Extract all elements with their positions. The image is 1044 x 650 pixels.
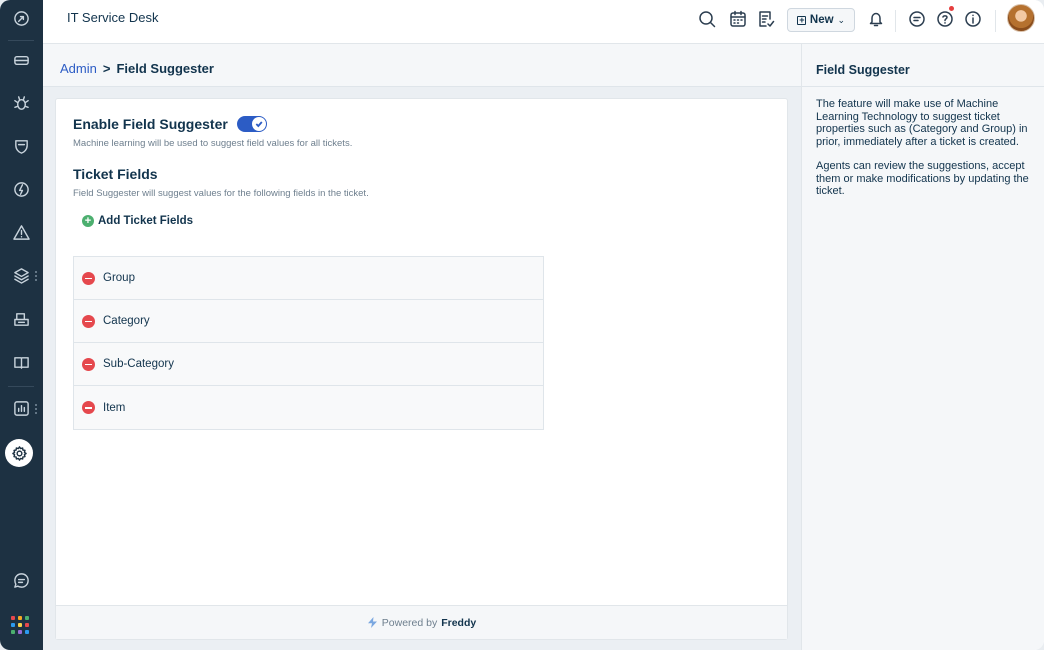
list-item: Category — [74, 300, 543, 343]
enable-toggle[interactable] — [236, 116, 267, 132]
breadcrumb-admin-link[interactable]: Admin — [60, 61, 97, 76]
sidebar-divider — [8, 386, 34, 387]
remove-field-icon[interactable] — [82, 271, 95, 285]
help-icon[interactable] — [933, 7, 957, 31]
assets-more-icon[interactable] — [35, 271, 38, 281]
field-label: Sub-Category — [103, 358, 174, 370]
app-window: IT Service Desk New ⌄ — [0, 0, 1044, 650]
changes-icon[interactable] — [7, 132, 36, 161]
notes-icon[interactable] — [754, 7, 778, 31]
chat-icon[interactable] — [905, 7, 929, 31]
breadcrumb-separator: > — [102, 61, 111, 76]
bell-icon[interactable] — [864, 7, 888, 31]
enable-row: Enable Field Suggester — [73, 116, 369, 132]
field-label: Category — [103, 315, 150, 327]
analytics-icon[interactable] — [7, 394, 36, 423]
new-button[interactable]: New ⌄ — [787, 8, 855, 32]
tickets-icon[interactable] — [7, 46, 36, 75]
info-icon[interactable] — [961, 7, 985, 31]
remove-field-icon[interactable] — [82, 314, 95, 328]
avatar[interactable] — [1007, 4, 1035, 32]
list-item: Item — [74, 386, 543, 429]
add-ticket-fields-button[interactable]: + Add Ticket Fields — [82, 215, 369, 227]
ticket-fields-list: Group Category Sub-Category Item — [73, 256, 544, 430]
add-ticket-fields-label: Add Ticket Fields — [98, 215, 194, 227]
solutions-icon[interactable] — [7, 348, 36, 377]
breadcrumb-current: Field Suggester — [116, 61, 214, 76]
help-paragraph: The feature will make use of Machine Lea… — [816, 98, 1028, 148]
sidebar — [0, 0, 43, 650]
notification-dot — [949, 6, 954, 11]
purchase-icon[interactable] — [7, 305, 36, 334]
top-header: IT Service Desk New ⌄ — [43, 0, 1044, 44]
powered-by-footer: Powered by Freddy — [56, 605, 787, 639]
plus-circle-icon: + — [82, 215, 94, 227]
breadcrumb: Admin > Field Suggester — [43, 44, 801, 87]
analytics-more-icon[interactable] — [35, 404, 38, 414]
chevron-down-icon: ⌄ — [837, 14, 846, 25]
problems-icon[interactable] — [7, 89, 36, 118]
help-paragraph: Agents can review the suggestions, accep… — [816, 160, 1029, 197]
enable-title: Enable Field Suggester — [73, 116, 228, 132]
header-divider — [995, 10, 996, 32]
settings-card-body: Enable Field Suggester Machine learning … — [73, 116, 369, 227]
remove-field-icon[interactable] — [82, 401, 95, 414]
sidebar-divider — [8, 40, 34, 41]
field-label: Item — [103, 401, 126, 414]
main-content: Admin > Field Suggester Enable Field Sugge… — [43, 44, 801, 650]
search-icon[interactable] — [695, 7, 719, 31]
chat-icon[interactable] — [7, 566, 36, 595]
app-title: IT Service Desk — [67, 10, 159, 25]
bolt-icon — [367, 617, 378, 628]
releases-icon[interactable] — [7, 175, 36, 204]
check-icon — [255, 121, 263, 128]
ticket-fields-hint: Field Suggester will suggest values for … — [73, 188, 369, 199]
admin-gear-icon[interactable] — [5, 439, 33, 467]
list-item: Sub-Category — [74, 343, 543, 386]
field-label: Group — [103, 272, 135, 284]
calendar-icon[interactable] — [726, 7, 750, 31]
settings-card: Enable Field Suggester Machine learning … — [55, 98, 788, 640]
help-panel: Field Suggester The feature will make us… — [801, 44, 1044, 650]
header-divider — [895, 10, 896, 32]
ticket-fields-title: Ticket Fields — [73, 166, 158, 182]
help-panel-body: The feature will make use of Machine Lea… — [802, 87, 1044, 198]
list-item: Group — [74, 257, 543, 300]
remove-field-icon[interactable] — [82, 357, 95, 371]
new-plus-icon — [796, 13, 806, 27]
powered-by-text: Powered by — [381, 616, 438, 629]
toggle-knob — [251, 117, 266, 131]
help-panel-title: Field Suggester — [802, 44, 1044, 87]
assets-icon[interactable] — [7, 261, 36, 290]
powered-by-brand: Freddy — [441, 616, 477, 629]
dashboard-icon[interactable] — [7, 4, 36, 33]
alerts-icon[interactable] — [7, 218, 36, 247]
enable-hint: Machine learning will be used to suggest… — [73, 138, 353, 149]
new-button-label: New — [809, 14, 834, 26]
apps-grid-icon[interactable] — [11, 616, 29, 634]
